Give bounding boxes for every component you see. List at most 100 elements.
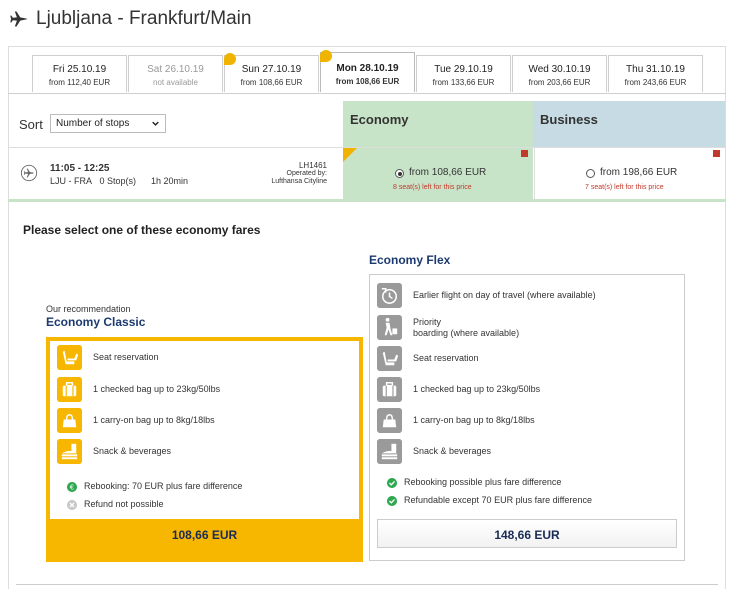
chevron-down-icon: [152, 121, 159, 126]
date-tab-sun[interactable]: Sun 27.10.19 from 108,66 EUR: [224, 53, 319, 92]
date-tab-day: Sat 26.10.19: [147, 64, 204, 75]
feature-text: Priority boarding (where available): [413, 317, 519, 339]
economy-classic-features: Seat reservation 1 checked bag up to 23k…: [50, 341, 359, 519]
snack-icon: [57, 439, 82, 464]
business-fare-cell[interactable]: from 198,66 EUR 7 seat(s) left for this …: [534, 148, 725, 199]
operated-by-label: Operated by:: [286, 170, 327, 177]
condition-text: Rebooking possible plus fare difference: [404, 477, 562, 487]
economy-label: Economy: [350, 112, 409, 127]
flight-time: 11:05 - 12:25: [50, 163, 110, 174]
divider: [8, 93, 726, 94]
seat-alert-icon: [521, 150, 528, 157]
selected-corner-marker: [343, 148, 357, 162]
date-tab-day: Mon 28.10.19: [336, 63, 399, 74]
business-label: Business: [540, 112, 598, 127]
feature-text: Snack & beverages: [413, 446, 492, 456]
economy-radio[interactable]: [395, 169, 404, 178]
feature-text: Snack & beverages: [93, 446, 172, 456]
date-tab-price: not available: [153, 78, 198, 87]
earlier-flight-icon: [377, 283, 402, 308]
seat-alert-icon: [713, 150, 720, 157]
date-tab-fri[interactable]: Fri 25.10.19 from 112,40 EUR: [32, 55, 127, 92]
feature-row: 1 carry-on bag up to 8kg/18lbs: [57, 408, 357, 434]
carry-on-bag-icon: [377, 408, 402, 433]
page-title: Ljubljana - Frankfurt/Main: [36, 8, 252, 29]
date-tab-price: from 112,40 EUR: [48, 78, 111, 87]
feature-text: Seat reservation: [93, 352, 159, 362]
business-radio[interactable]: [586, 169, 595, 178]
business-column-header: Business: [533, 101, 725, 147]
business-price: from 198,66 EUR: [600, 167, 678, 178]
lowest-price-marker-icon: [320, 50, 332, 62]
feature-row: 1 carry-on bag up to 8kg/18lbs: [377, 408, 677, 434]
economy-classic-title: Economy Classic: [46, 315, 146, 329]
feature-row: Seat reservation: [57, 345, 357, 371]
economy-column-header: Economy: [343, 101, 533, 147]
seat-icon: [57, 345, 82, 370]
star-icon: [346, 341, 357, 352]
date-selector: Fri 25.10.19 from 112,40 EUR Sat 26.10.1…: [32, 50, 703, 93]
date-tab-tue[interactable]: Tue 29.10.19 from 133,66 EUR: [416, 55, 511, 92]
cross-icon: [67, 500, 77, 510]
date-tab-day: Thu 31.10.19: [626, 64, 685, 75]
flight-route: LJU - FRA 0 Stop(s): [50, 176, 136, 186]
check-icon: [387, 478, 397, 488]
condition-text: Rebooking: 70 EUR plus fare difference: [84, 481, 243, 491]
economy-classic-price[interactable]: 108,66 EUR: [46, 528, 363, 542]
date-tab-day: Wed 30.10.19: [528, 64, 591, 75]
economy-flex-price-button[interactable]: 148,66 EUR: [377, 519, 677, 548]
operator-name: Lufthansa Cityline: [271, 178, 327, 185]
divider: [16, 584, 718, 585]
feature-row: 1 checked bag up to 23kg/50lbs: [377, 377, 677, 403]
feature-text: 1 checked bag up to 23kg/50lbs: [413, 384, 541, 394]
carry-on-bag-icon: [57, 408, 82, 433]
fare-panel-title: Please select one of these economy fares: [23, 223, 261, 237]
feature-row: Priority boarding (where available): [377, 315, 677, 341]
feature-row: Snack & beverages: [57, 439, 357, 465]
date-tab-mon[interactable]: Mon 28.10.19 from 108,66 EUR: [320, 50, 415, 92]
condition-text: Refund not possible: [84, 499, 164, 509]
business-seats-left: 7 seat(s) left for this price: [585, 184, 664, 191]
plane-icon: [10, 11, 28, 27]
check-icon: [387, 496, 397, 506]
euro-icon: €: [67, 482, 77, 492]
economy-seats-left: 8 seat(s) left for this price: [393, 184, 472, 191]
lowest-price-marker-icon: [224, 53, 236, 65]
feature-text: Earlier flight on day of travel (where a…: [413, 290, 596, 300]
feature-text: 1 checked bag up to 23kg/50lbs: [93, 384, 221, 394]
flight-number[interactable]: LH1461: [230, 161, 327, 170]
feature-text: Seat reservation: [413, 353, 479, 363]
date-tab-wed[interactable]: Wed 30.10.19 from 203,66 EUR: [512, 55, 607, 92]
checked-bag-icon: [57, 377, 82, 402]
economy-fare-cell[interactable]: from 108,66 EUR 8 seat(s) left for this …: [343, 148, 533, 199]
checked-bag-icon: [377, 377, 402, 402]
date-tab-thu[interactable]: Thu 31.10.19 from 243,66 EUR: [608, 55, 703, 92]
date-tab-price: from 133,66 EUR: [432, 78, 495, 87]
date-tab-price: from 243,66 EUR: [624, 78, 687, 87]
economy-flex-card[interactable]: Earlier flight on day of travel (where a…: [369, 274, 685, 561]
feature-text: 1 carry-on bag up to 8kg/18lbs: [413, 415, 535, 425]
recommendation-label: Our recommendation: [46, 304, 131, 314]
flight-details-icon[interactable]: [20, 164, 38, 182]
sort-select[interactable]: Number of stops: [50, 114, 166, 133]
condition-text: Refundable except 70 EUR plus fare diffe…: [404, 495, 592, 505]
feature-row: 1 checked bag up to 23kg/50lbs: [57, 377, 357, 403]
snack-icon: [377, 439, 402, 464]
priority-boarding-icon: [377, 315, 402, 340]
economy-price: from 108,66 EUR: [409, 167, 487, 178]
economy-classic-card[interactable]: Seat reservation 1 checked bag up to 23k…: [46, 337, 363, 562]
feature-text-line: Priority: [413, 317, 442, 327]
feature-row: Seat reservation: [377, 346, 677, 372]
date-tab-price: from 108,66 EUR: [240, 78, 303, 87]
feature-text-line: boarding (where available): [413, 328, 520, 338]
feature-row: Snack & beverages: [377, 439, 677, 465]
date-tab-price: from 203,66 EUR: [528, 78, 591, 87]
flight-stops: 0 Stop(s): [99, 176, 137, 186]
economy-flex-title: Economy Flex: [369, 253, 451, 267]
feature-text: 1 carry-on bag up to 8kg/18lbs: [93, 415, 215, 425]
flight-route-code: LJU - FRA: [50, 176, 93, 186]
feature-row: Earlier flight on day of travel (where a…: [377, 283, 677, 309]
date-tab-day: Sun 27.10.19: [241, 64, 302, 75]
flight-duration: 1h 20min: [151, 176, 189, 186]
seat-icon: [377, 346, 402, 371]
